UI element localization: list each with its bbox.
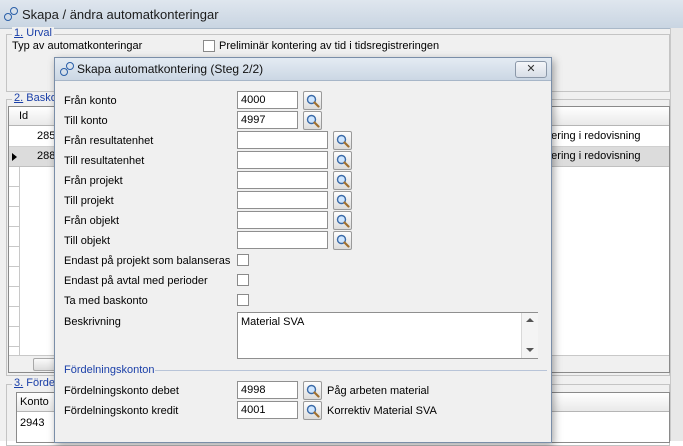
magnifier-icon (336, 234, 350, 248)
till-objekt-label: Till objekt (64, 235, 111, 247)
till-konto-input[interactable]: 4997 (237, 111, 298, 129)
debet-account-name: Påg arbeten material (327, 385, 430, 397)
debet-input[interactable]: 4998 (237, 381, 298, 399)
dialog-titlebar: Skapa automatkontering (Steg 2/2) ✕ (55, 58, 551, 81)
scroll-down-icon[interactable] (526, 348, 534, 352)
beskrivning-textarea[interactable]: Material SVA (237, 312, 538, 359)
app-icon (4, 7, 18, 21)
row-id: 288 (37, 150, 56, 162)
fran-objekt-label: Från objekt (64, 215, 120, 227)
row-desc: ntering i redovisning (542, 130, 641, 142)
prelim-label: Preliminär kontering av tid i tidsregist… (219, 40, 440, 52)
till-projekt-label: Till projekt (64, 195, 114, 207)
beskrivning-label: Beskrivning (64, 316, 121, 328)
window-right-edge (670, 28, 683, 441)
magnifier-icon (336, 134, 350, 148)
row-desc: ntering i redovisning (542, 150, 641, 162)
magnifier-icon (336, 174, 350, 188)
urval-heading: 1. Urval (12, 27, 54, 39)
fran-resultatenhet-lookup-button[interactable] (333, 131, 352, 150)
textarea-scrollbar[interactable] (521, 313, 538, 358)
row-indicator-column (9, 167, 20, 355)
magnifier-icon (336, 194, 350, 208)
magnifier-icon (306, 404, 320, 418)
close-button[interactable]: ✕ (515, 61, 547, 78)
balanseras-label: Endast på projekt som balanseras (64, 255, 231, 267)
till-konto-label: Till konto (64, 115, 108, 127)
till-objekt-lookup-button[interactable] (333, 231, 352, 250)
fran-objekt-input[interactable] (237, 211, 328, 229)
kredit-input[interactable]: 4001 (237, 401, 298, 419)
grid-header-konto[interactable]: Konto (20, 396, 49, 408)
balanseras-checkbox[interactable] (237, 254, 249, 266)
kredit-lookup-button[interactable] (303, 401, 322, 420)
till-konto-lookup-button[interactable] (303, 111, 322, 130)
grid-header-id[interactable]: Id (19, 110, 28, 122)
magnifier-icon (336, 214, 350, 228)
prelim-checkbox[interactable] (203, 40, 215, 52)
fran-objekt-lookup-button[interactable] (333, 211, 352, 230)
till-resultatenhet-label: Till resultatenhet (64, 155, 145, 167)
magnifier-icon (306, 114, 320, 128)
baskonto-label: Ta med baskonto (64, 295, 148, 307)
fran-konto-lookup-button[interactable] (303, 91, 322, 110)
till-projekt-lookup-button[interactable] (333, 191, 352, 210)
dialog-title: Skapa automatkontering (Steg 2/2) (77, 62, 264, 76)
magnifier-icon (336, 154, 350, 168)
debet-lookup-button[interactable] (303, 381, 322, 400)
app-icon (60, 62, 74, 76)
row-id: 285 (37, 130, 56, 142)
scroll-up-icon[interactable] (526, 318, 534, 322)
beskrivning-text: Material SVA (241, 316, 305, 328)
fran-resultatenhet-input[interactable] (237, 131, 328, 149)
fran-projekt-lookup-button[interactable] (333, 171, 352, 190)
till-objekt-input[interactable] (237, 231, 328, 249)
fordelning-outer-heading: 3. Förde (12, 377, 57, 389)
till-resultatenhet-input[interactable] (237, 151, 328, 169)
baskonto-checkbox[interactable] (237, 294, 249, 306)
fran-konto-input[interactable]: 4000 (237, 91, 298, 109)
window-title: Skapa / ändra automatkonteringar (22, 7, 219, 22)
fran-projekt-label: Från projekt (64, 175, 123, 187)
fran-projekt-input[interactable] (237, 171, 328, 189)
magnifier-icon (306, 384, 320, 398)
till-resultatenhet-lookup-button[interactable] (333, 151, 352, 170)
avtal-checkbox[interactable] (237, 274, 249, 286)
kredit-label: Fördelningskonto kredit (64, 405, 179, 417)
debet-label: Fördelningskonto debet (64, 385, 179, 397)
fran-resultatenhet-label: Från resultatenhet (64, 135, 154, 147)
create-automatkontering-dialog: Skapa automatkontering (Steg 2/2) ✕ Från… (54, 57, 552, 443)
window-titlebar: Skapa / ändra automatkonteringar (0, 0, 683, 29)
till-projekt-input[interactable] (237, 191, 328, 209)
row-selector-icon (12, 153, 17, 161)
fran-konto-label: Från konto (64, 95, 117, 107)
table-row[interactable]: 2943 (20, 417, 44, 429)
type-label: Typ av automatkonteringar (12, 40, 143, 52)
baskonto-heading: 2. Basko (12, 92, 59, 104)
avtal-label: Endast på avtal med perioder (64, 275, 208, 287)
fordelning-heading: Fördelningskonton (64, 364, 155, 376)
section-divider (155, 370, 547, 371)
kredit-account-name: Korrektiv Material SVA (327, 405, 437, 417)
magnifier-icon (306, 94, 320, 108)
